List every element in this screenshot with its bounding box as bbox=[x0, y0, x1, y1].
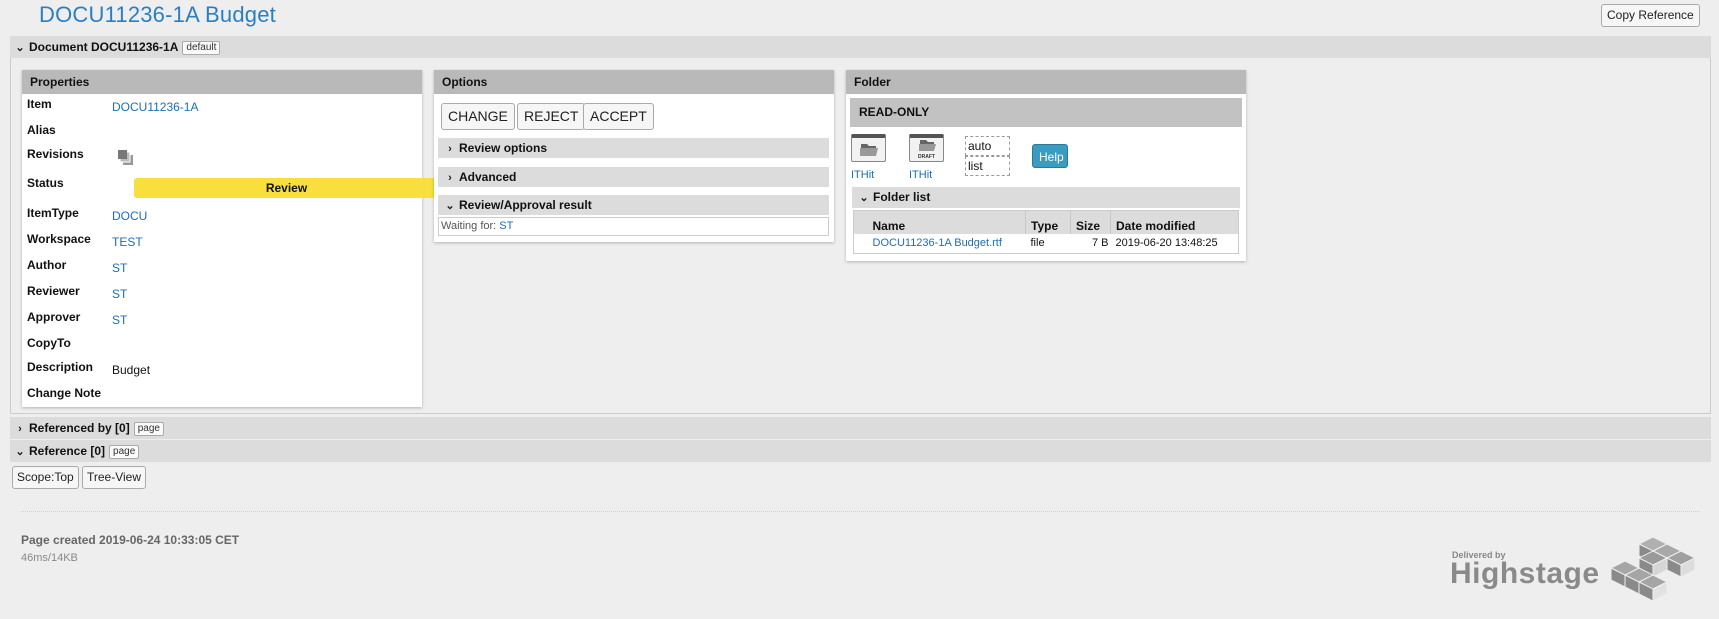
folder-list-header-row: Name Type Size Date modified bbox=[853, 210, 1239, 234]
property-change-note: Change Note bbox=[27, 386, 417, 410]
property-label: Item bbox=[27, 97, 52, 111]
property-label: Workspace bbox=[27, 232, 91, 246]
folder-list-table: Name Type Size Date modified DOCU11236-1… bbox=[853, 210, 1239, 254]
property-approver: Approver ST bbox=[27, 310, 417, 334]
property-workspace: Workspace TEST bbox=[27, 232, 417, 256]
file-size: 7 B bbox=[1070, 233, 1111, 254]
column-type[interactable]: Type bbox=[1025, 210, 1071, 234]
reference-label: Reference [0] bbox=[29, 444, 106, 458]
property-label: Change Note bbox=[27, 386, 102, 400]
footer-divider bbox=[21, 511, 1700, 512]
draft-folder-icon: DRAFT bbox=[918, 140, 936, 160]
waiting-for-label: Waiting for: bbox=[441, 220, 497, 232]
property-label: ItemType bbox=[27, 206, 79, 220]
revisions-icon[interactable] bbox=[117, 149, 135, 167]
property-label: Alias bbox=[27, 123, 56, 137]
view-mode-tag[interactable]: default bbox=[182, 41, 221, 55]
chevron-down-icon: ⌄ bbox=[15, 42, 25, 54]
review-result-label: Review/Approval result bbox=[459, 198, 592, 212]
workspace-link[interactable]: TEST bbox=[112, 235, 143, 249]
reference-page-tag[interactable]: page bbox=[109, 445, 140, 459]
property-label: Reviewer bbox=[27, 284, 80, 298]
chevron-down-icon: ⌄ bbox=[859, 192, 869, 204]
column-size[interactable]: Size bbox=[1070, 210, 1111, 234]
review-result-toggle[interactable]: ⌄ Review/Approval result bbox=[438, 195, 829, 215]
svg-text:DRAFT: DRAFT bbox=[918, 154, 935, 160]
property-itemtype: ItemType DOCU bbox=[27, 206, 417, 230]
file-modified: 2019-06-20 13:48:25 bbox=[1110, 233, 1239, 254]
page-stats-text: 46ms/14KB bbox=[21, 552, 78, 564]
column-name[interactable]: Name bbox=[867, 210, 1026, 234]
document-section-header[interactable]: ⌄ Document DOCU11236-1A default bbox=[10, 36, 1711, 58]
property-revisions: Revisions bbox=[27, 147, 417, 171]
file-row[interactable]: DOCU11236-1A Budget.rtf file 7 B 2019-06… bbox=[853, 233, 1239, 254]
advanced-toggle[interactable]: › Advanced bbox=[438, 167, 829, 187]
view-auto-option[interactable]: auto bbox=[965, 136, 1010, 156]
open-folder-link[interactable]: ITHit bbox=[851, 169, 874, 181]
help-button[interactable]: Help bbox=[1032, 144, 1068, 168]
chevron-right-icon: › bbox=[18, 423, 22, 435]
change-button[interactable]: CHANGE bbox=[441, 103, 515, 130]
property-label: CopyTo bbox=[27, 336, 71, 350]
itemtype-link[interactable]: DOCU bbox=[112, 209, 147, 223]
reject-button[interactable]: REJECT bbox=[517, 103, 586, 130]
property-alias: Alias bbox=[27, 123, 417, 147]
property-reviewer: Reviewer ST bbox=[27, 284, 417, 308]
review-options-toggle[interactable]: › Review options bbox=[438, 138, 829, 158]
review-options-label: Review options bbox=[459, 141, 548, 155]
folder-list-toggle[interactable]: ⌄ Folder list bbox=[852, 187, 1240, 208]
property-item: Item DOCU11236-1A bbox=[27, 97, 417, 121]
accept-button[interactable]: ACCEPT bbox=[583, 103, 654, 130]
open-draft-folder-link[interactable]: ITHit bbox=[909, 169, 932, 181]
waiting-for-user-link[interactable]: ST bbox=[499, 220, 513, 232]
row-spacer bbox=[853, 233, 868, 254]
advanced-label: Advanced bbox=[459, 170, 517, 184]
referenced-by-section-header[interactable]: › Referenced by [0] page bbox=[10, 417, 1711, 439]
open-folder-button[interactable] bbox=[851, 134, 886, 162]
options-header: Options bbox=[434, 70, 834, 94]
chevron-down-icon: ⌄ bbox=[15, 446, 25, 458]
folder-header: Folder bbox=[846, 70, 1246, 94]
property-label: Description bbox=[27, 360, 94, 374]
item-link[interactable]: DOCU11236-1A bbox=[112, 100, 198, 114]
file-name-link[interactable]: DOCU11236-1A Budget.rtf bbox=[873, 237, 1002, 249]
referenced-by-page-tag[interactable]: page bbox=[133, 422, 164, 436]
referenced-by-label: Referenced by [0] bbox=[29, 421, 130, 435]
read-only-banner: READ-ONLY bbox=[850, 98, 1242, 127]
open-draft-folder-button[interactable]: DRAFT bbox=[909, 134, 944, 162]
reference-section-header[interactable]: ⌄ Reference [0] page bbox=[10, 440, 1711, 462]
property-label: Author bbox=[27, 258, 67, 272]
property-label: Revisions bbox=[27, 147, 84, 161]
brand-name: Highstage bbox=[1450, 557, 1600, 590]
properties-header: Properties bbox=[22, 70, 422, 94]
author-link[interactable]: ST bbox=[112, 261, 127, 275]
chevron-right-icon: › bbox=[448, 143, 452, 155]
cubes-logo-icon bbox=[1609, 536, 1697, 602]
reviewer-link[interactable]: ST bbox=[112, 287, 127, 301]
review-result-box: Waiting for: ST bbox=[438, 217, 829, 236]
folder-icon bbox=[860, 144, 878, 156]
page-created-text: Page created 2019-06-24 10:33:05 CET bbox=[21, 533, 240, 547]
column-spacer bbox=[853, 210, 868, 234]
copy-reference-button[interactable]: Copy Reference bbox=[1601, 4, 1700, 27]
view-list-option[interactable]: list bbox=[965, 156, 1010, 176]
file-type: file bbox=[1025, 233, 1071, 254]
status-badge: Review bbox=[134, 178, 439, 198]
tree-view-button[interactable]: Tree-View bbox=[82, 466, 147, 489]
description-value: Budget bbox=[112, 363, 151, 377]
property-description: Description Budget bbox=[27, 360, 417, 384]
property-label: Approver bbox=[27, 310, 81, 324]
folder-list-label: Folder list bbox=[873, 190, 931, 204]
approver-link[interactable]: ST bbox=[112, 313, 127, 327]
property-author: Author ST bbox=[27, 258, 417, 282]
scope-top-button[interactable]: Scope:Top bbox=[12, 466, 79, 489]
property-copyto: CopyTo bbox=[27, 336, 417, 360]
chevron-down-icon: ⌄ bbox=[445, 200, 455, 212]
page-title: DOCU11236-1A Budget bbox=[39, 2, 276, 27]
column-date-modified[interactable]: Date modified bbox=[1110, 210, 1239, 234]
document-section-label: Document DOCU11236-1A bbox=[29, 40, 179, 54]
property-label: Status bbox=[27, 176, 64, 190]
chevron-right-icon: › bbox=[448, 172, 452, 184]
